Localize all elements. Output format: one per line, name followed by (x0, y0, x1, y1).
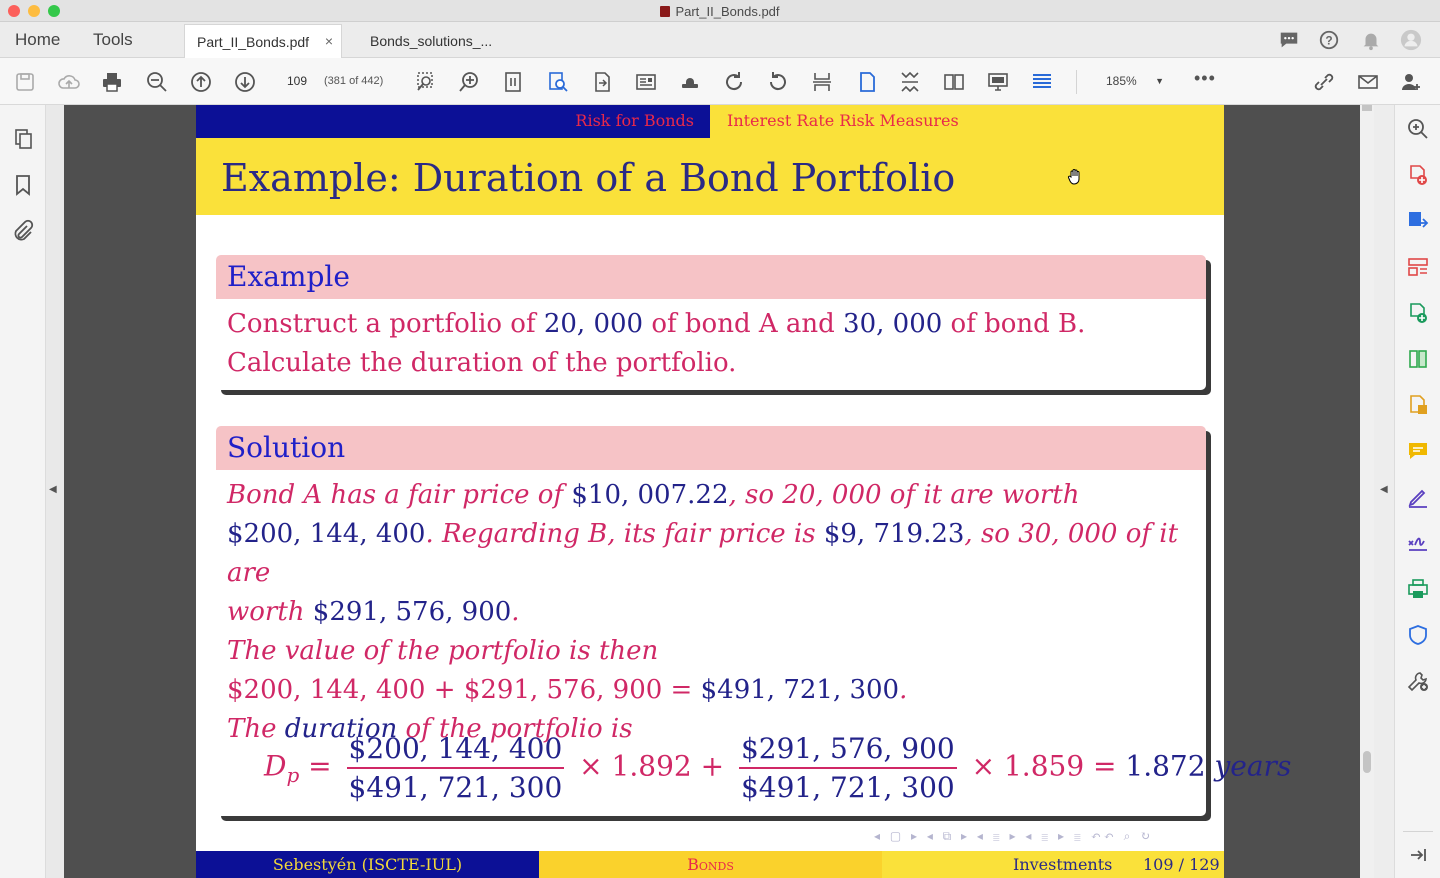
chevron-down-icon: ▼ (1155, 76, 1164, 86)
footer-short-title: Bonds (539, 851, 882, 878)
beamer-navigation-symbols[interactable]: ◂ ▢ ▸ ◂ ⧉ ▸ ◂ ≣ ▸ ◂ ≣ ▸ ≣ ↶↶ ⌕ ↻ (874, 829, 1153, 844)
combine-files-icon[interactable] (1406, 393, 1430, 417)
stamp-icon[interactable] (678, 70, 702, 94)
two-page-view-icon[interactable] (942, 70, 966, 94)
more-tools-icon[interactable] (1406, 669, 1430, 693)
slide-navbar: Risk for Bonds Interest Rate Risk Measur… (196, 105, 1224, 138)
solution-heading: Solution (216, 426, 1206, 470)
footer-page-number: 109 / 129 (1143, 855, 1220, 874)
page-number-input[interactable]: 109 (276, 70, 318, 92)
pdf-page: Risk for Bonds Interest Rate Risk Measur… (196, 105, 1291, 878)
example-block: Example Construct a portfolio of 20, 000… (216, 255, 1206, 390)
duration-formula: Dp = $200, 144, 400 $491, 721, 300 × 1.89… (264, 732, 1292, 804)
svg-text:?: ? (1325, 34, 1332, 48)
tab-home[interactable]: Home (15, 30, 60, 50)
single-page-view-icon[interactable] (855, 70, 879, 94)
subsection-link[interactable]: Interest Rate Risk Measures (727, 111, 959, 130)
more-tools-button[interactable]: ••• (1194, 68, 1216, 89)
collapse-tools-panel-icon[interactable] (1406, 843, 1430, 867)
slide-title: Example: Duration of a Bond Portfolio (221, 156, 956, 200)
fraction-a: $200, 144, 400 $491, 721, 300 (346, 732, 565, 804)
protect-shield-icon[interactable] (1406, 623, 1430, 647)
comment-icon[interactable] (1278, 29, 1300, 51)
scrollbar-thumb[interactable] (1363, 751, 1371, 773)
footer-author: Sebestyén (ISCTE-IUL) (196, 851, 539, 878)
window-title: Part_II_Bonds.pdf (0, 4, 1440, 19)
add-user-icon[interactable] (1399, 70, 1423, 94)
tab-tools[interactable]: Tools (93, 30, 133, 50)
hand-cursor-icon (1066, 168, 1084, 186)
main-toolbar: 109 (381 of 442) 185% ▼ ••• (0, 58, 1440, 105)
export-pdf-icon[interactable] (590, 70, 614, 94)
tab-document-active[interactable]: Part_II_Bonds.pdf × (184, 24, 342, 58)
right-tools-panel (1394, 105, 1440, 878)
fraction-b: $291, 576, 900 $491, 721, 300 (738, 732, 957, 804)
tab-bar: Home Tools Part_II_Bonds.pdf × Bonds_sol… (0, 22, 1440, 58)
zoom-in-icon[interactable] (457, 70, 481, 94)
comment-tool-icon[interactable] (1406, 439, 1430, 463)
find-text-icon[interactable] (546, 70, 570, 94)
example-heading: Example (216, 255, 1206, 299)
create-pdf-icon[interactable] (1406, 163, 1430, 187)
compare-files-icon[interactable] (1406, 347, 1430, 371)
send-for-signature-icon[interactable] (1406, 531, 1430, 555)
fill-sign-icon[interactable] (1406, 485, 1430, 509)
reading-mode-icon[interactable] (1030, 70, 1054, 94)
zoom-level-select[interactable]: 185% ▼ (1092, 70, 1172, 92)
panel-divider (1403, 831, 1433, 832)
edit-pdf-icon[interactable] (634, 70, 658, 94)
user-avatar-icon[interactable] (1400, 29, 1422, 51)
print-production-icon[interactable] (1406, 577, 1430, 601)
organize-pages-icon[interactable] (1406, 255, 1430, 279)
zoom-out-icon[interactable] (145, 70, 169, 94)
footer-course: Investments 109 / 129 (882, 851, 1224, 878)
attachment-icon[interactable] (11, 219, 35, 243)
rotate-counterclockwise-icon[interactable] (766, 70, 790, 94)
bookmark-icon[interactable] (11, 173, 35, 197)
search-zoom-icon[interactable] (1406, 117, 1430, 141)
left-navigation-panel (0, 105, 46, 878)
page-count-label: (381 of 442) (324, 75, 384, 87)
marquee-zoom-icon[interactable] (414, 70, 438, 94)
export-pdf-tool-icon[interactable] (1406, 209, 1430, 233)
section-link[interactable]: Risk for Bonds (575, 111, 694, 130)
vertical-scrollbar[interactable] (1360, 105, 1374, 878)
rotate-clockwise-icon[interactable] (722, 70, 746, 94)
split-view-icon[interactable] (810, 70, 834, 94)
next-page-icon[interactable] (233, 70, 257, 94)
example-body: Construct a portfolio of 20, 000 of bond… (227, 309, 1086, 378)
solution-body: Bond A has a fair price of $10, 007.22, … (227, 480, 1179, 744)
toolbar-divider (1076, 70, 1077, 94)
tab-document[interactable]: Bonds_solutions_... (358, 24, 524, 58)
collapse-right-panel-icon[interactable]: ◀ (1380, 484, 1388, 495)
collapse-left-panel-icon[interactable]: ◀ (49, 484, 57, 495)
slide-footer: Sebestyén (ISCTE-IUL) Bonds Investments … (196, 851, 1224, 878)
window-titlebar: Part_II_Bonds.pdf (0, 0, 1440, 22)
solution-block: Solution Bond A has a fair price of $10,… (216, 426, 1291, 816)
share-link-icon[interactable] (1312, 70, 1336, 94)
previous-page-icon[interactable] (189, 70, 213, 94)
close-tab-icon[interactable]: × (325, 33, 333, 49)
page-thumbnails-icon[interactable] (11, 127, 35, 151)
scrolling-view-icon[interactable] (898, 70, 922, 94)
notification-bell-icon[interactable] (1360, 29, 1382, 51)
email-icon[interactable] (1356, 70, 1380, 94)
fit-page-icon[interactable] (501, 70, 525, 94)
upload-cloud-icon[interactable] (57, 70, 81, 94)
edit-pdf-tool-icon[interactable] (1406, 301, 1430, 325)
save-icon[interactable] (13, 70, 37, 94)
print-icon[interactable] (100, 70, 124, 94)
pdf-file-icon (660, 6, 671, 17)
presentation-mode-icon[interactable] (986, 70, 1010, 94)
help-icon[interactable]: ? (1318, 29, 1340, 51)
